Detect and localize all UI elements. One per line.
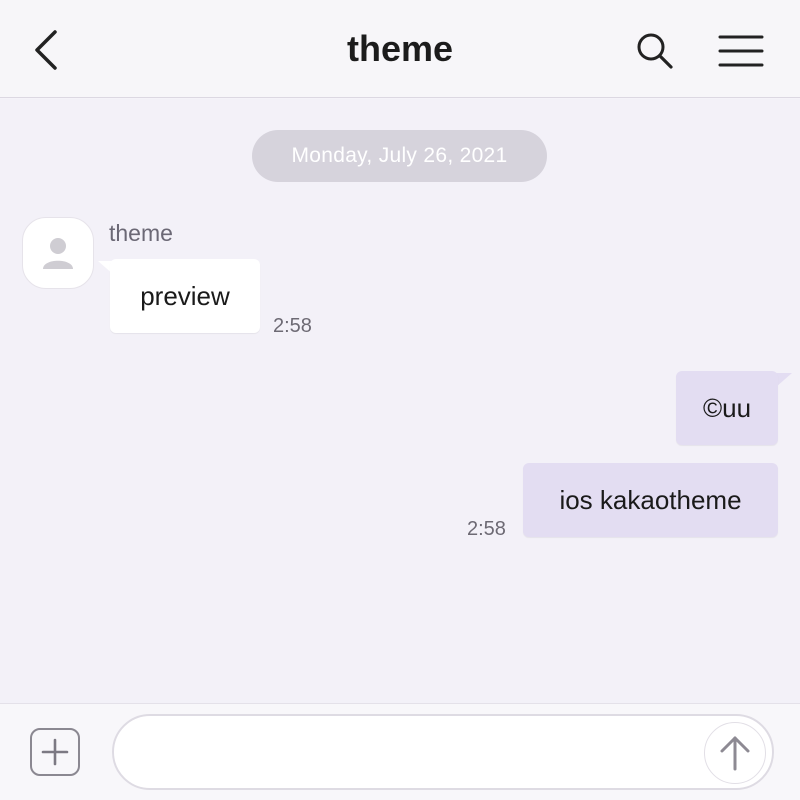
incoming-message-bubble[interactable]: preview [110,259,260,333]
chat-title: theme [346,28,454,69]
chevron-left-icon [35,30,57,70]
send-button[interactable] [704,722,766,784]
message-composer [0,703,800,800]
avatar[interactable] [22,217,94,289]
arrow-up-icon [720,736,750,771]
outgoing-message-bubble[interactable]: ©uu [676,371,778,445]
date-separator: Monday, July 26, 2021 [252,130,547,182]
search-icon [637,33,673,69]
message-timestamp: 2:58 [467,518,506,540]
chat-header: theme [0,0,800,98]
sender-name: theme [109,220,173,246]
search-button[interactable] [630,26,680,76]
outgoing-message-bubble[interactable]: ios kakaotheme [523,463,778,537]
back-button[interactable] [22,26,70,74]
plus-icon [41,738,69,766]
message-input-field[interactable] [112,714,774,790]
hamburger-menu-icon [718,35,764,67]
chat-messages-area[interactable]: Monday, July 26, 2021 theme preview 2:58… [0,99,800,703]
message-timestamp: 2:58 [273,315,312,337]
attach-button[interactable] [30,728,80,776]
menu-button[interactable] [714,26,768,76]
outgoing-bubble-tail [776,373,792,387]
user-silhouette-icon [43,238,73,269]
message-input[interactable] [138,732,698,772]
